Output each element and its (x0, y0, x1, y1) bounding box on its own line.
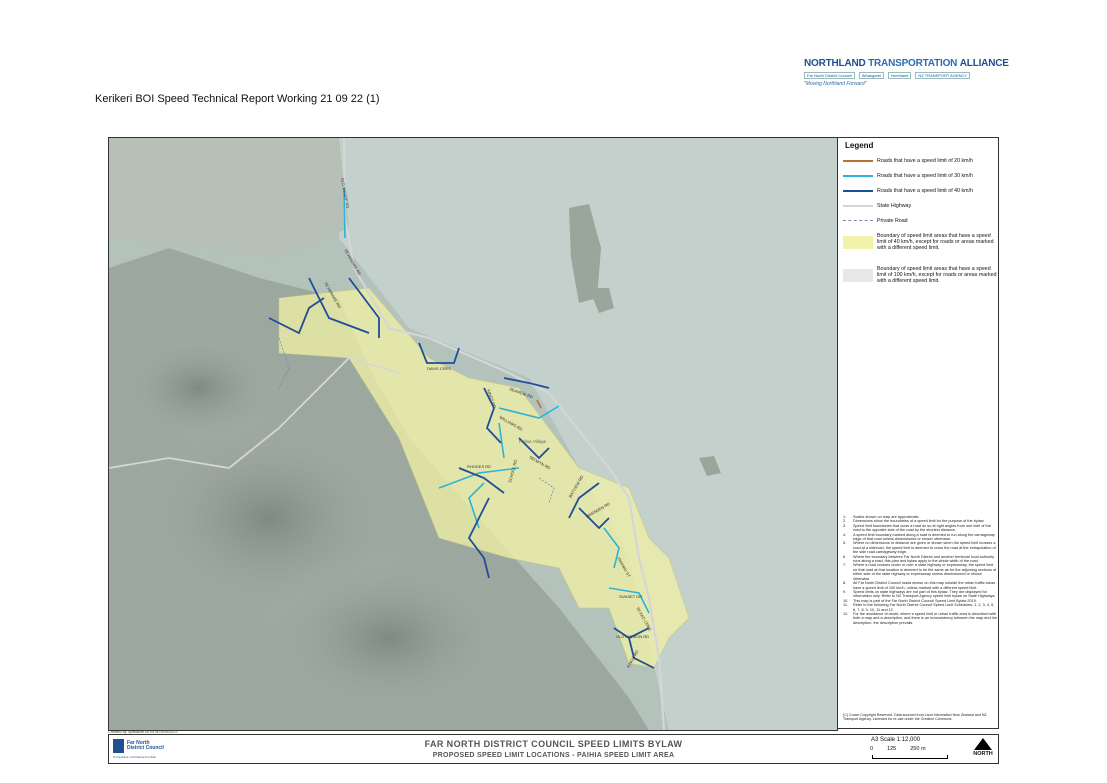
legend-swatch-private-road (843, 220, 873, 221)
legend-label: State Highway (877, 203, 912, 209)
legend-item-area-100kmh: Boundary of speed limit areas that have … (843, 266, 997, 284)
legend-item-30kmh: Roads that have a speed limit of 30 km/h (843, 173, 997, 179)
road-label: OLD MISSION RD (616, 634, 649, 639)
place-label: Paihia Village (519, 439, 547, 444)
nta-logo-name: NORTHLAND TRANSPORTATION ALLIANCE (804, 58, 1009, 69)
legend-swatch-40kmh (843, 190, 873, 192)
legend-swatch-area-40kmh (843, 236, 873, 249)
north-arrow: NORTH (971, 738, 995, 757)
map-canvas: OLD WHARF RD TE HARAKE RD TE HARAKE RD D… (109, 138, 837, 730)
legend-title: Legend (845, 141, 874, 150)
map-title: FAR NORTH DISTRICT COUNCIL SPEED LIMITS … (424, 739, 683, 749)
scale-bar (872, 755, 948, 759)
map-subtitle: PROPOSED SPEED LIMIT LOCATIONS - PAIHIA … (432, 752, 675, 759)
scale-label: A3 Scale 1:12,000 (871, 737, 921, 743)
north-label: NORTH (973, 751, 993, 757)
note-item: 5. Where no dimensions or distance are gi… (843, 541, 996, 555)
scale-ticks: 0 125 250 m (870, 746, 965, 752)
road-label: DAVIS CRES (427, 366, 451, 371)
northland-transportation-alliance-logo: NORTHLAND TRANSPORTATION ALLIANCE Far No… (804, 58, 1009, 87)
legend-label: Roads that have a speed limit of 20 km/h (877, 158, 973, 164)
nta-tagline: "Moving Northland Forward" (804, 81, 867, 87)
legend-panel: Legend Roads that have a speed limit of … (837, 137, 999, 729)
title-block: Far North District Council Te Kaunihera … (108, 734, 999, 764)
legend-notes: 1. Scales shown on map are approximate. 2… (843, 515, 997, 625)
legend-item-private-road: Private Road (843, 218, 997, 224)
legend-item-40kmh: Roads that have a speed limit of 40 km/h (843, 188, 997, 194)
legend-swatch-20kmh (843, 160, 873, 162)
nta-partner-logos: Far North District Council Whangarei North… (804, 72, 974, 79)
legend-swatch-area-100kmh (843, 269, 873, 282)
scale-tick-label: 0 (870, 746, 874, 752)
note-item: 3. Speed limit boundaries that cross a ro… (843, 523, 991, 533)
note-item: 7. Where a road crosses under or over a s… (843, 563, 997, 581)
legend-label: Boundary of speed limit areas that have … (877, 233, 994, 251)
note-item: 6. Where the boundary between Far North D… (843, 554, 995, 564)
legend-label: Roads that have a speed limit of 30 km/h (877, 173, 973, 179)
legend-swatch-30kmh (843, 175, 873, 177)
note-item: 8. All Far North District Council roads s… (843, 581, 996, 590)
legend-label: Private Road (877, 218, 908, 224)
note-item: 12. For the avoidance of doubt, where a s… (843, 611, 997, 625)
legend-label: Boundary of speed limit areas that have … (877, 266, 997, 284)
legend-item-state-highway: State Highway (843, 203, 997, 209)
legend-swatch-state-highway (843, 205, 873, 207)
road-label: RHODES RD (467, 464, 491, 469)
note-item: 9. Speed limits on state highways are not… (843, 589, 996, 599)
scale-tick-label: 250 m (910, 746, 926, 752)
copyright-note: (C) Crown Copyright Reserved. Data sourc… (843, 713, 987, 722)
map-view[interactable]: OLD WHARF RD TE HARAKE RD TE HARAKE RD D… (108, 137, 838, 731)
road-label: SUNSET DR (619, 594, 642, 599)
legend-item-20kmh: Roads that have a speed limit of 20 km/h (843, 158, 997, 164)
north-arrow-icon (974, 738, 992, 750)
document-title: Kerikeri BOI Speed Technical Report Work… (95, 93, 380, 105)
note-item: 4. A speed limit boundary marked along a … (843, 532, 995, 542)
mudflats (109, 138, 349, 258)
legend-item-area-40kmh: Boundary of speed limit areas that have … (843, 233, 997, 251)
legend-label: Roads that have a speed limit of 40 km/h (877, 188, 973, 194)
note-item: 11. Refer to the following Far North Dist… (843, 603, 995, 612)
scale-tick-label: 125 (887, 746, 897, 752)
